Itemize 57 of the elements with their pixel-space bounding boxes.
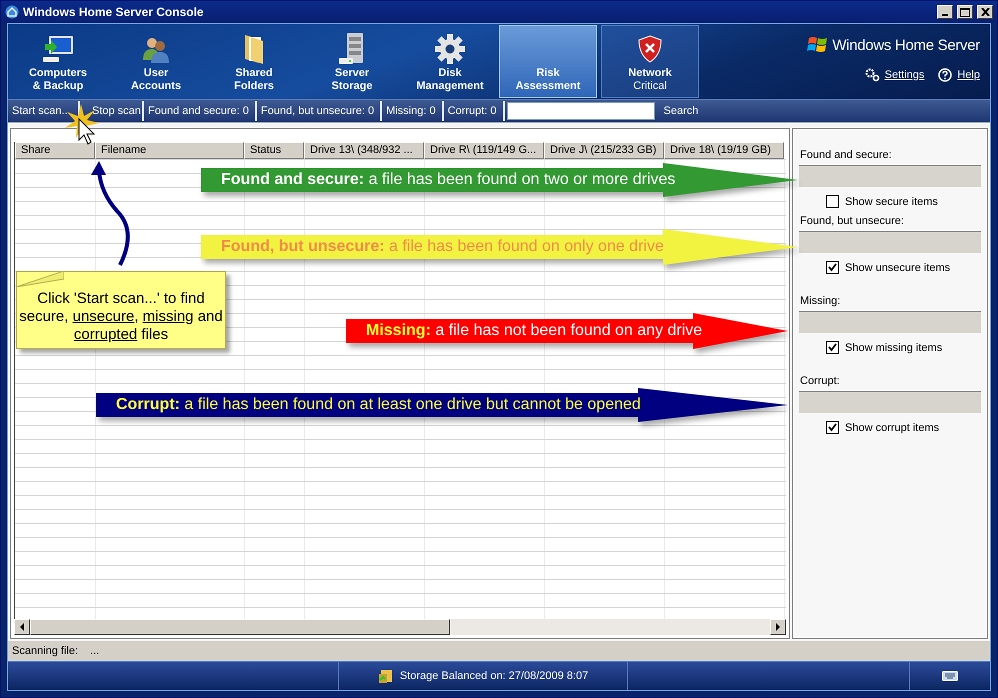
annotation-text: Found, but unsecure: a file has been found on only one drive — [221, 238, 664, 256]
column-header[interactable]: Filename — [95, 142, 244, 159]
nav-tab[interactable]: Risk Assessment — [499, 25, 597, 98]
checkbox-label: Show unsecure items — [845, 262, 950, 274]
column-header[interactable]: Drive R\ (119/149 G... — [424, 142, 544, 159]
close-button[interactable] — [977, 5, 993, 19]
computer-icon — [41, 34, 75, 64]
status-value: ... — [90, 645, 100, 657]
annotation-text: Found and secure: a file has been found on two or more drives — [221, 171, 676, 189]
filter-label: Found, but unsecure: — [800, 215, 905, 227]
window-title: Windows Home Server Console — [23, 5, 205, 19]
checkbox[interactable] — [826, 261, 839, 274]
search-field[interactable] — [506, 102, 655, 120]
header-link[interactable]: Help — [938, 68, 980, 82]
checkbox-label: Show missing items — [845, 342, 942, 354]
storage-folder-icon — [378, 668, 394, 684]
header-link[interactable]: Settings — [864, 68, 924, 82]
nav-tab[interactable]: Server Storage — [303, 25, 401, 98]
nav-tab[interactable]: Disk Management — [401, 25, 499, 98]
annotation-text: Missing: a file has not been found on any drive — [366, 322, 702, 340]
checkbox-label: Show corrupt items — [845, 422, 940, 434]
filter-label: Corrupt: — [800, 375, 841, 387]
status-label: Scanning file: — [12, 645, 78, 657]
shield-error-icon — [638, 35, 662, 63]
help-icon — [938, 68, 952, 82]
nav-tab[interactable]: Computers & Backup — [9, 25, 107, 98]
column-header[interactable]: Drive J\ (215/233 GB) — [544, 142, 664, 159]
close-icon — [980, 8, 990, 16]
minimize-button[interactable] — [937, 5, 953, 19]
maximize-icon — [960, 8, 970, 16]
nav-tab[interactable]: Shared Folders — [205, 25, 303, 98]
checkbox[interactable] — [826, 195, 839, 208]
keyboard-icon[interactable] — [942, 671, 958, 681]
flag-logo-icon — [807, 36, 830, 54]
filter-label: Found and secure: — [800, 149, 893, 161]
filter-label: Missing: — [800, 295, 842, 307]
annotation-text: Corrupt: a file has been found on at least one drive but cannot be opened — [116, 396, 641, 414]
note-text: Click 'Start scan...' to find secure, unsecure, missing and corrupted files — [18, 290, 224, 344]
scroll-left-icon[interactable] — [19, 623, 25, 631]
taskbar-message: Storage Balanced on: 27/08/2009 8:07 — [400, 670, 588, 682]
brand-name: Windows Home Server — [832, 36, 980, 54]
checkbox[interactable] — [826, 341, 839, 354]
gear-icon — [434, 33, 466, 65]
column-header[interactable]: Drive 18\ (19/19 GB) — [664, 142, 784, 159]
column-header[interactable]: Drive 13\ (348/932 ... — [304, 142, 424, 159]
checkbox[interactable] — [826, 421, 839, 434]
maximize-button[interactable] — [957, 5, 973, 19]
settings-icon — [864, 68, 880, 82]
search-button[interactable]: Search — [658, 104, 704, 118]
home-server-icon — [5, 5, 19, 19]
scroll-right-icon[interactable] — [775, 623, 781, 631]
checkbox-label: Show secure items — [845, 196, 938, 208]
nav-tab[interactable]: User Accounts — [107, 25, 205, 98]
horizontal-scrollbar[interactable] — [14, 619, 786, 635]
nav-tab[interactable]: Network Critical — [601, 25, 699, 98]
column-header[interactable]: Share — [15, 142, 95, 159]
column-header[interactable]: Status — [244, 142, 304, 159]
